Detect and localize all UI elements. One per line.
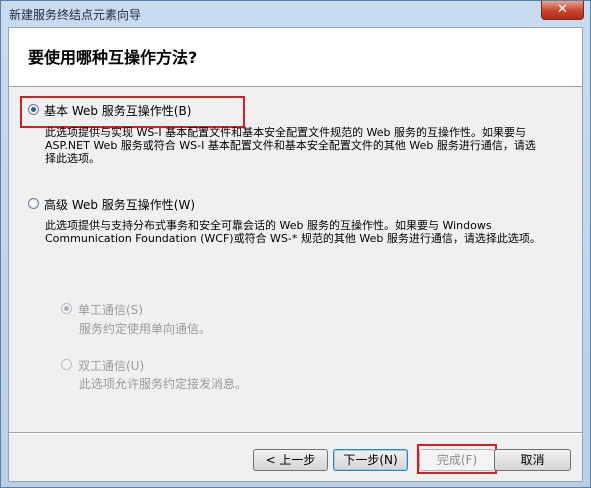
advanced-desc-line: Communication Foundation (WCF)或符合 WS-* 规… <box>45 232 541 245</box>
basic-interop-description: 此选项提供与实现 WS-I 基本配置文件和基本安全配置文件规范的 Web 服务的… <box>45 126 536 165</box>
wizard-window: 新建服务终结点元素向导 ✕ 要使用哪种互操作方法? 基本 Web 服务互操作性(… <box>0 0 591 488</box>
close-button[interactable]: ✕ <box>541 1 584 20</box>
basic-desc-line: 此选项提供与实现 WS-I 基本配置文件和基本安全配置文件规范的 Web 服务的… <box>45 126 527 139</box>
advanced-interop-label[interactable]: 高级 Web 服务互操作性(W) <box>44 196 195 213</box>
next-button[interactable]: 下一步(N) <box>333 449 408 471</box>
page-title: 要使用哪种互操作方法? <box>28 48 198 67</box>
wizard-body: 要使用哪种互操作方法? 基本 Web 服务互操作性(B) 此选项提供与实现 WS… <box>8 27 583 482</box>
cancel-button[interactable]: 取消 <box>494 449 571 471</box>
advanced-desc-line: 此选项提供与支持分布式事务和安全可靠会话的 Web 服务的互操作性。如果要与 W… <box>45 219 492 232</box>
finish-button-highlight <box>417 444 497 474</box>
duplex-description: 此选项允许服务约定接发消息。 <box>79 377 248 391</box>
basic-desc-line: 择此选项。 <box>45 152 100 165</box>
basic-desc-line: ASP.NET Web 服务或符合 WS-I 基本配置文件和基本安全配置文件的其… <box>45 139 536 152</box>
back-button[interactable]: < 上一步 <box>253 449 328 471</box>
simplex-description: 服务约定使用单向通信。 <box>79 322 212 336</box>
duplex-label[interactable]: 双工通信(U) <box>78 357 144 374</box>
simplex-radio[interactable] <box>61 303 72 314</box>
footer-divider <box>9 432 582 434</box>
advanced-interop-description: 此选项提供与支持分布式事务和安全可靠会话的 Web 服务的互操作性。如果要与 W… <box>45 219 541 245</box>
wizard-header: 要使用哪种互操作方法? <box>9 28 582 87</box>
simplex-label[interactable]: 单工通信(S) <box>78 301 143 318</box>
title-bar[interactable]: 新建服务终结点元素向导 ✕ <box>1 1 590 27</box>
close-icon: ✕ <box>557 2 568 17</box>
duplex-radio[interactable] <box>61 359 72 370</box>
window-title: 新建服务终结点元素向导 <box>9 8 142 22</box>
basic-option-highlight <box>20 96 245 128</box>
advanced-interop-radio[interactable] <box>28 198 39 209</box>
